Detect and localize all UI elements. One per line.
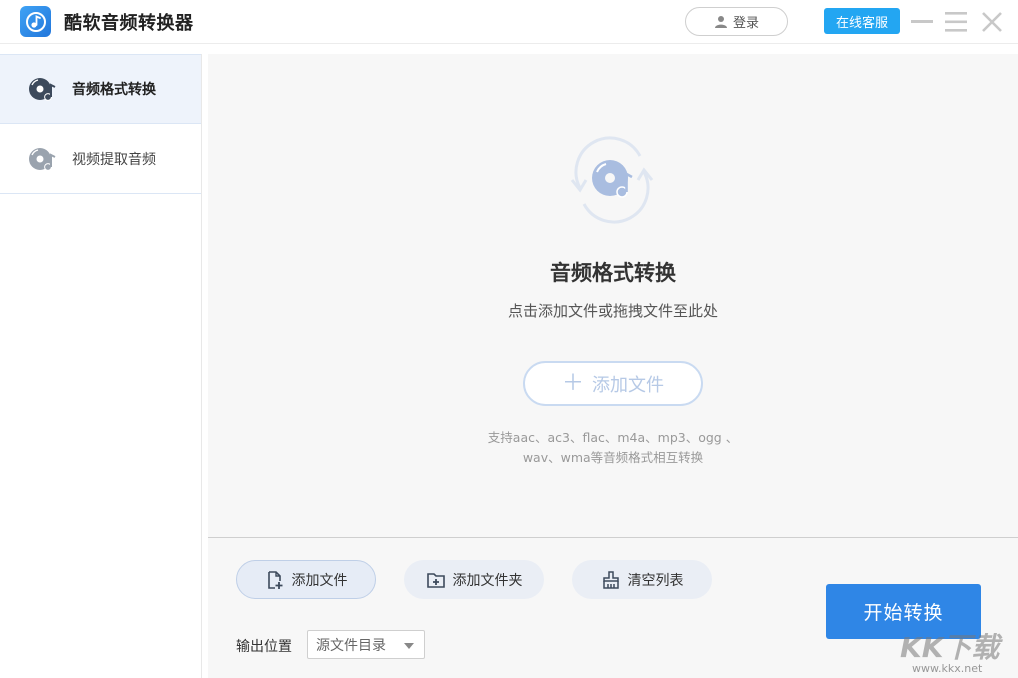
page-title: 音频格式转换	[208, 257, 1018, 287]
add-file-label: 添加文件	[292, 570, 348, 590]
clear-list-label: 清空列表	[628, 570, 684, 590]
toolbar-add-file-button[interactable]: 添加文件	[236, 560, 376, 599]
audio-convert-icon	[552, 128, 672, 232]
menu-icon[interactable]	[944, 10, 968, 34]
watermark-text: KK下载	[900, 626, 999, 666]
clear-broom-icon	[601, 570, 621, 590]
drop-hint: 点击添加文件或拖拽文件至此处	[208, 300, 1018, 321]
sidebar-item-label: 视频提取音频	[72, 149, 156, 169]
add-file-icon	[265, 570, 285, 590]
music-disc-icon	[26, 73, 58, 105]
login-label: 登录	[733, 12, 759, 31]
output-location-value: 源文件目录	[316, 635, 386, 655]
sidebar-item-audio-format-convert[interactable]: 音频格式转换	[0, 54, 201, 124]
login-button[interactable]: 登录	[685, 7, 788, 36]
title-bar: 酷软音频转换器 登录 在线客服	[0, 0, 1018, 44]
supported-formats: 支持aac、ac3、flac、m4a、mp3、ogg 、 wav、wma等音频格…	[208, 428, 1018, 468]
toolbar-clear-list-button[interactable]: 清空列表	[572, 560, 712, 599]
close-icon[interactable]	[980, 10, 1004, 34]
formats-line: wav、wma等音频格式相互转换	[208, 448, 1018, 468]
output-location-select[interactable]: 源文件目录	[307, 630, 425, 659]
watermark: KK下载 www.kkx.net	[900, 626, 1016, 676]
chevron-down-icon	[404, 643, 414, 649]
add-folder-icon	[426, 570, 446, 590]
user-icon	[714, 15, 728, 29]
app-logo-icon	[20, 6, 51, 37]
sidebar-item-label: 音频格式转换	[72, 79, 156, 99]
sidebar-item-video-extract-audio[interactable]: 视频提取音频	[0, 124, 201, 194]
online-service-button[interactable]: 在线客服	[824, 8, 900, 34]
add-file-label: 添加文件	[592, 371, 664, 397]
music-disc-icon	[26, 143, 58, 175]
add-file-button[interactable]: ＋ 添加文件	[523, 361, 703, 406]
formats-line: 支持aac、ac3、flac、m4a、mp3、ogg 、	[208, 428, 1018, 448]
app-title: 酷软音频转换器	[64, 9, 194, 35]
watermark-url: www.kkx.net	[912, 662, 982, 675]
plus-icon: ＋	[562, 373, 584, 395]
file-drop-zone[interactable]: 音频格式转换 点击添加文件或拖拽文件至此处 ＋ 添加文件 支持aac、ac3、f…	[208, 54, 1018, 538]
add-folder-label: 添加文件夹	[453, 570, 523, 590]
minimize-icon[interactable]	[910, 10, 934, 34]
bottom-toolbar: 添加文件 添加文件夹 清空列表 开始转换 输出位置 源文件目录	[208, 538, 1018, 678]
output-location-label: 输出位置	[236, 636, 292, 656]
toolbar-add-folder-button[interactable]: 添加文件夹	[404, 560, 544, 599]
app-window: 酷软音频转换器 登录 在线客服	[0, 0, 1018, 678]
sidebar: 音频格式转换 视频提取音频	[0, 54, 202, 678]
